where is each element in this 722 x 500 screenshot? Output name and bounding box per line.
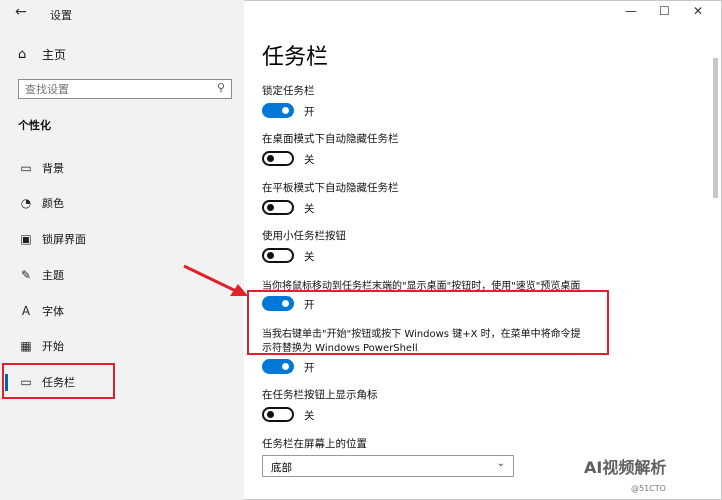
toggle-state: 关: [304, 154, 315, 166]
toggle-autohide-desktop[interactable]: [262, 151, 294, 166]
sidebar-item-label: 颜色: [42, 197, 64, 210]
minimize-button[interactable]: —: [625, 4, 637, 18]
sidebar-item-start[interactable]: ▦ 开始: [0, 331, 244, 361]
setting-label-autohide-desktop: 在桌面模式下自动隐藏任务栏: [262, 133, 399, 145]
setting-label-badges: 在任务栏按钮上显示角标: [262, 389, 378, 401]
sidebar: ← 设置 ⌂ 主页 ⚲ 个性化 ▭ 背景 ◔ 颜色 ▣ 锁屏界面 ✎ 主题 A …: [0, 0, 244, 500]
red-arrow-icon: [183, 264, 248, 296]
scrollbar[interactable]: [711, 30, 719, 490]
setting-label-autohide-tablet: 在平板模式下自动隐藏任务栏: [262, 182, 399, 194]
toggle-knob: [267, 155, 274, 162]
home-link[interactable]: ⌂ 主页: [18, 46, 66, 63]
page-title: 任务栏: [262, 45, 329, 70]
scrollbar-thumb[interactable]: [713, 58, 718, 198]
taskbar-position-select[interactable]: 底部 ⌄: [262, 455, 514, 477]
setting-label-lock-taskbar: 锁定任务栏: [262, 85, 315, 97]
toggle-state: 开: [304, 106, 315, 118]
toggle-knob: [282, 107, 289, 114]
home-label: 主页: [42, 48, 67, 62]
watermark-sub: @51CTO: [631, 484, 666, 493]
start-icon: ▦: [20, 339, 32, 353]
sidebar-item-colors[interactable]: ◔ 颜色: [0, 188, 244, 218]
watermark: AI视频解析: [584, 458, 667, 477]
setting-label-small-buttons: 使用小任务栏按钮: [262, 230, 346, 242]
theme-icon: ✎: [20, 268, 32, 282]
search-input[interactable]: [25, 82, 205, 96]
sidebar-item-lockscreen[interactable]: ▣ 锁屏界面: [0, 224, 244, 254]
maximize-button[interactable]: ☐: [659, 4, 670, 18]
sidebar-item-label: 背景: [42, 162, 64, 175]
font-icon: A: [21, 304, 31, 318]
toggle-state: 关: [304, 203, 315, 215]
setting-label-position: 任务栏在屏幕上的位置: [262, 438, 367, 450]
sidebar-item-label: 锁屏界面: [42, 233, 86, 246]
chevron-down-icon: ⌄: [496, 458, 505, 469]
lockscreen-icon: ▣: [20, 232, 32, 246]
toggle-lock-taskbar[interactable]: [262, 103, 294, 118]
back-arrow-icon[interactable]: ←: [15, 4, 27, 20]
highlight-taskbar-nav: [2, 363, 115, 399]
section-title: 个性化: [18, 119, 51, 132]
search-icon[interactable]: ⚲: [217, 81, 225, 94]
close-button[interactable]: ✕: [693, 4, 703, 18]
picture-icon: ▭: [20, 161, 32, 175]
toggle-badges[interactable]: [262, 407, 294, 422]
palette-icon: ◔: [20, 196, 32, 210]
toggle-knob: [267, 204, 274, 211]
toggle-knob: [267, 252, 274, 259]
toggle-powershell[interactable]: [262, 359, 294, 374]
sidebar-item-background[interactable]: ▭ 背景: [0, 153, 244, 183]
search-box[interactable]: ⚲: [18, 79, 232, 99]
toggle-state: 开: [304, 362, 315, 374]
sidebar-item-label: 主题: [42, 269, 64, 282]
highlight-box: [247, 290, 609, 355]
home-icon: ⌂: [18, 47, 27, 62]
toggle-knob: [267, 411, 274, 418]
sidebar-item-label: 字体: [42, 305, 64, 318]
toggle-small-buttons[interactable]: [262, 248, 294, 263]
app-title: 设置: [50, 9, 72, 22]
select-value: 底部: [271, 462, 292, 474]
toggle-state: 关: [304, 251, 315, 263]
sidebar-item-label: 开始: [42, 340, 64, 353]
toggle-autohide-tablet[interactable]: [262, 200, 294, 215]
toggle-knob: [282, 363, 289, 370]
toggle-state: 关: [304, 410, 315, 422]
